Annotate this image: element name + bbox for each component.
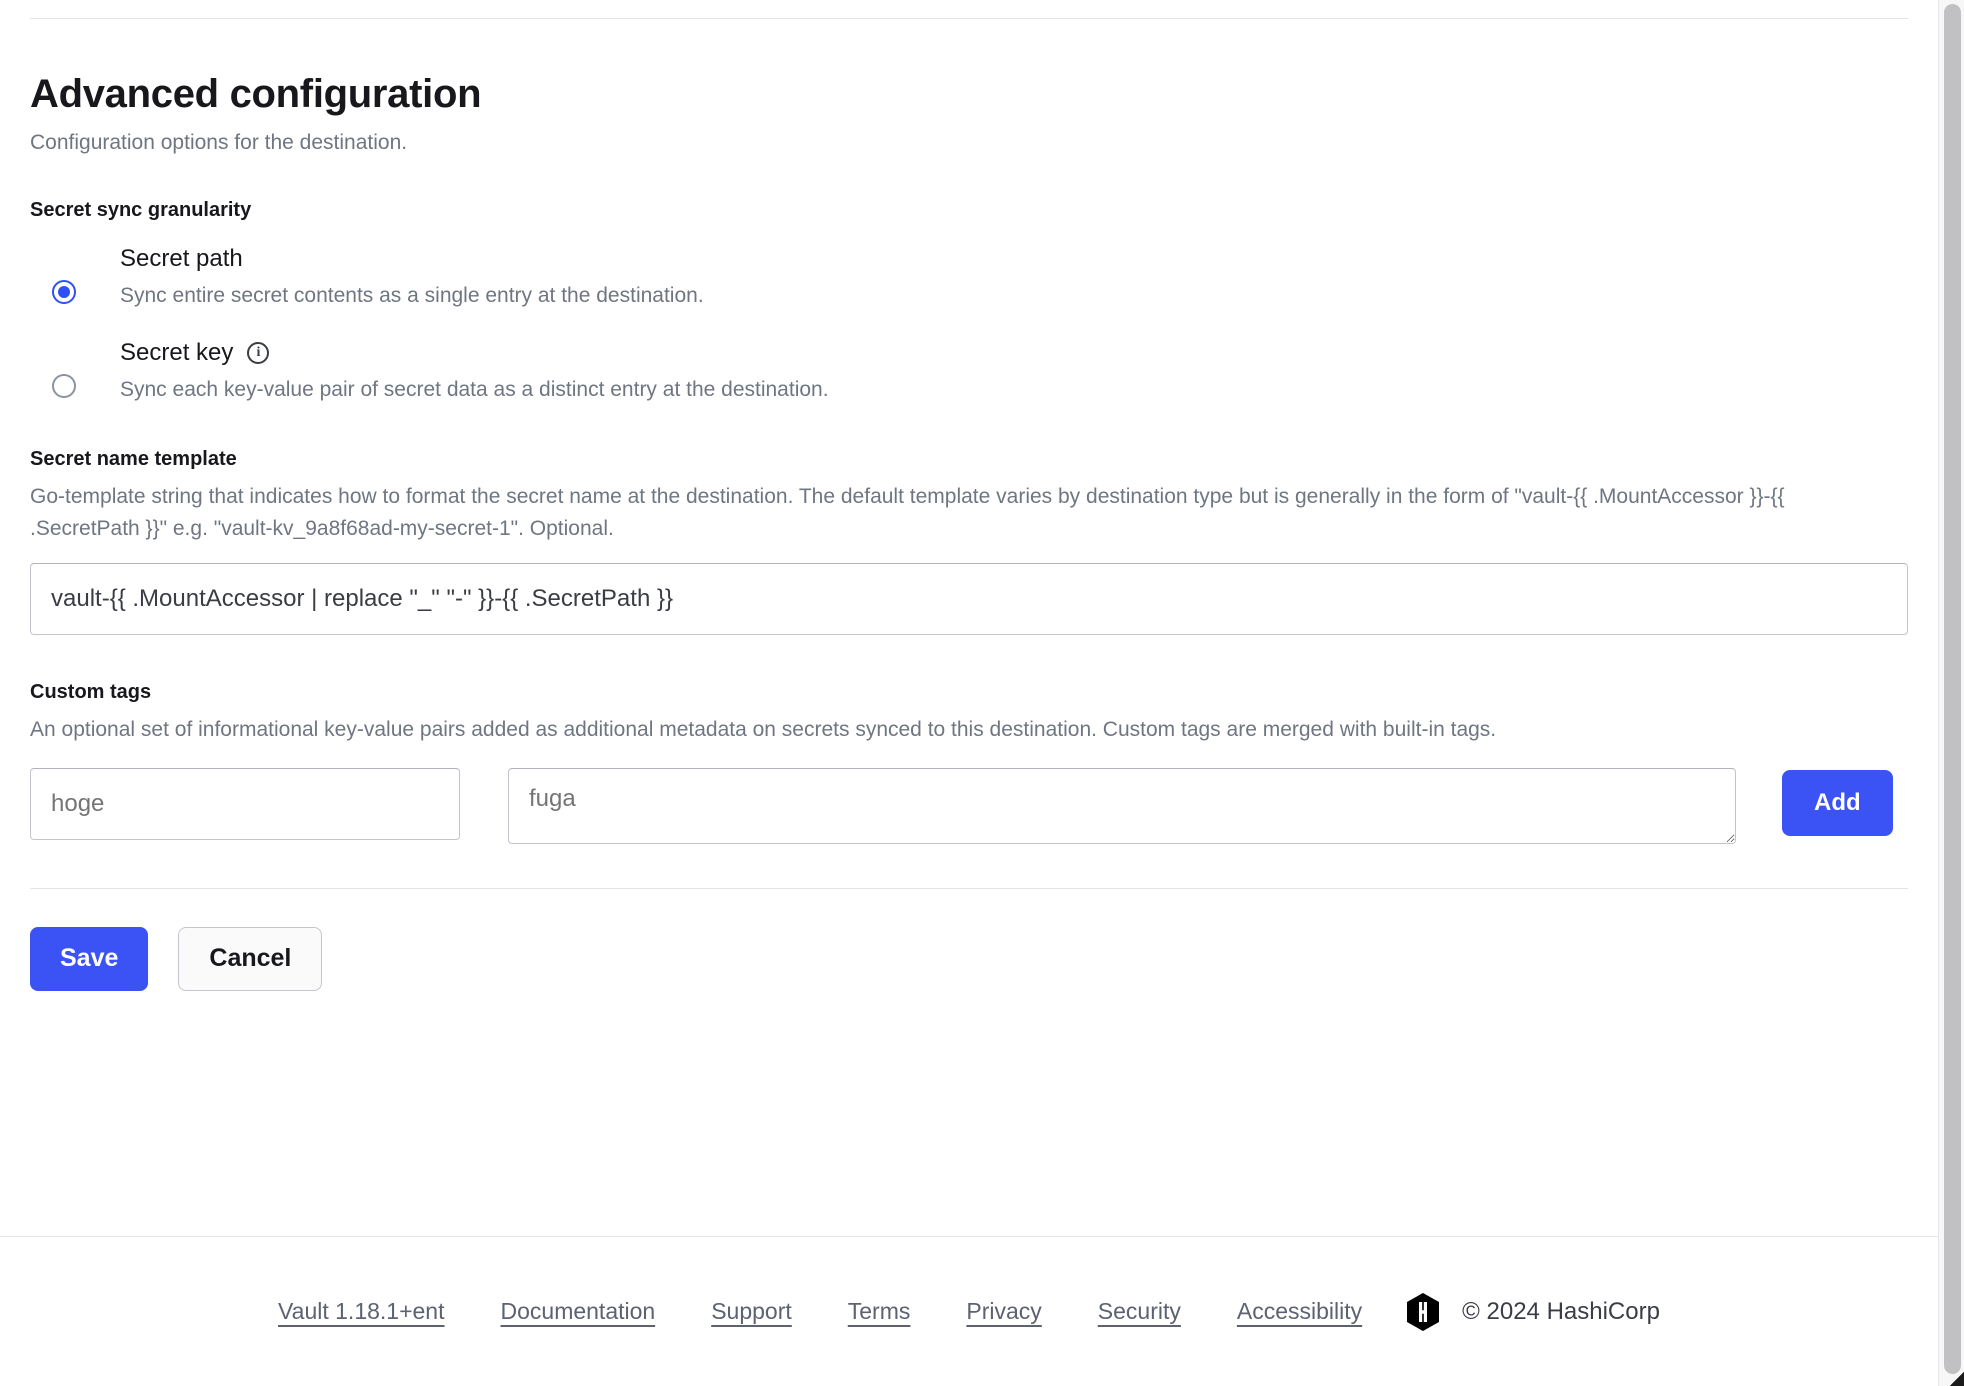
secret-name-template-help: Go-template string that indicates how to… — [30, 485, 1785, 540]
copyright-text: © 2024 HashiCorp — [1462, 1297, 1660, 1325]
page-footer: Vault 1.18.1+ent Documentation Support T… — [0, 1236, 1938, 1386]
secret-sync-granularity-label: Secret sync granularity — [30, 199, 252, 221]
form-actions: Save Cancel — [30, 926, 1908, 1043]
secret-name-template-label: Secret name template — [30, 448, 237, 470]
vertical-scrollbar[interactable] — [1938, 0, 1964, 1386]
custom-tags-field: Custom tags An optional set of informati… — [30, 681, 1908, 844]
add-tag-button[interactable]: Add — [1782, 769, 1893, 836]
secret-name-template-input[interactable] — [30, 562, 1908, 635]
footer-link-security[interactable]: Security — [1098, 1298, 1181, 1325]
advanced-configuration-form: Advanced configuration Configuration opt… — [0, 71, 1938, 1043]
footer-link-terms[interactable]: Terms — [848, 1298, 911, 1325]
custom-tag-value-input[interactable] — [508, 767, 1736, 844]
secret-name-template-field: Secret name template Go-template string … — [30, 448, 1908, 635]
info-icon[interactable]: i — [247, 342, 270, 364]
app-viewport: Advanced configuration Configuration opt… — [0, 0, 1964, 1386]
radio-option-secret-path[interactable]: Secret path Sync entire secret contents … — [30, 244, 1908, 308]
footer-link-support[interactable]: Support — [711, 1298, 792, 1325]
radio-option-secret-key-title: Secret key — [120, 339, 234, 366]
top-divider — [30, 18, 1908, 19]
cancel-button[interactable]: Cancel — [178, 926, 323, 991]
window-resize-grip[interactable] — [1950, 1372, 1964, 1386]
hashicorp-logo-icon — [1406, 1292, 1440, 1331]
radio-option-secret-path-description: Sync entire secret contents as a single … — [120, 284, 704, 307]
page-subtitle: Configuration options for the destinatio… — [30, 131, 408, 154]
footer-link-documentation[interactable]: Documentation — [501, 1298, 656, 1325]
save-button[interactable]: Save — [30, 926, 149, 991]
radio-button-secret-path[interactable] — [52, 280, 76, 304]
radio-option-secret-path-text: Secret path Sync entire secret contents … — [120, 244, 1908, 308]
radio-option-secret-path-title: Secret path — [120, 245, 243, 272]
radio-option-secret-key[interactable]: Secret key i Sync each key-value pair of… — [30, 338, 1908, 402]
page-title: Advanced configuration — [30, 72, 482, 116]
radio-button-secret-key[interactable] — [52, 374, 76, 398]
custom-tags-row: Add — [30, 767, 1908, 844]
footer-link-accessibility[interactable]: Accessibility — [1237, 1298, 1362, 1325]
radio-option-secret-key-title-row: Secret key i — [120, 338, 1908, 368]
radio-option-secret-path-title-row: Secret path — [120, 244, 1908, 274]
radio-option-secret-key-description: Sync each key-value pair of secret data … — [120, 378, 829, 401]
actions-divider — [30, 887, 1908, 889]
content-scroll-area: Advanced configuration Configuration opt… — [0, 0, 1938, 1043]
secret-sync-granularity-radio-group: Secret path Sync entire secret contents … — [30, 244, 1908, 402]
radio-option-secret-key-text: Secret key i Sync each key-value pair of… — [120, 338, 1908, 402]
footer-link-vault-version[interactable]: Vault 1.18.1+ent — [278, 1298, 444, 1325]
custom-tags-help: An optional set of informational key-val… — [30, 717, 1497, 741]
footer-link-privacy[interactable]: Privacy — [966, 1298, 1041, 1325]
custom-tag-key-input[interactable] — [30, 767, 460, 840]
custom-tags-label: Custom tags — [30, 680, 152, 703]
vertical-scrollbar-thumb[interactable] — [1944, 4, 1961, 1374]
footer-content: Vault 1.18.1+ent Documentation Support T… — [278, 1292, 1660, 1331]
